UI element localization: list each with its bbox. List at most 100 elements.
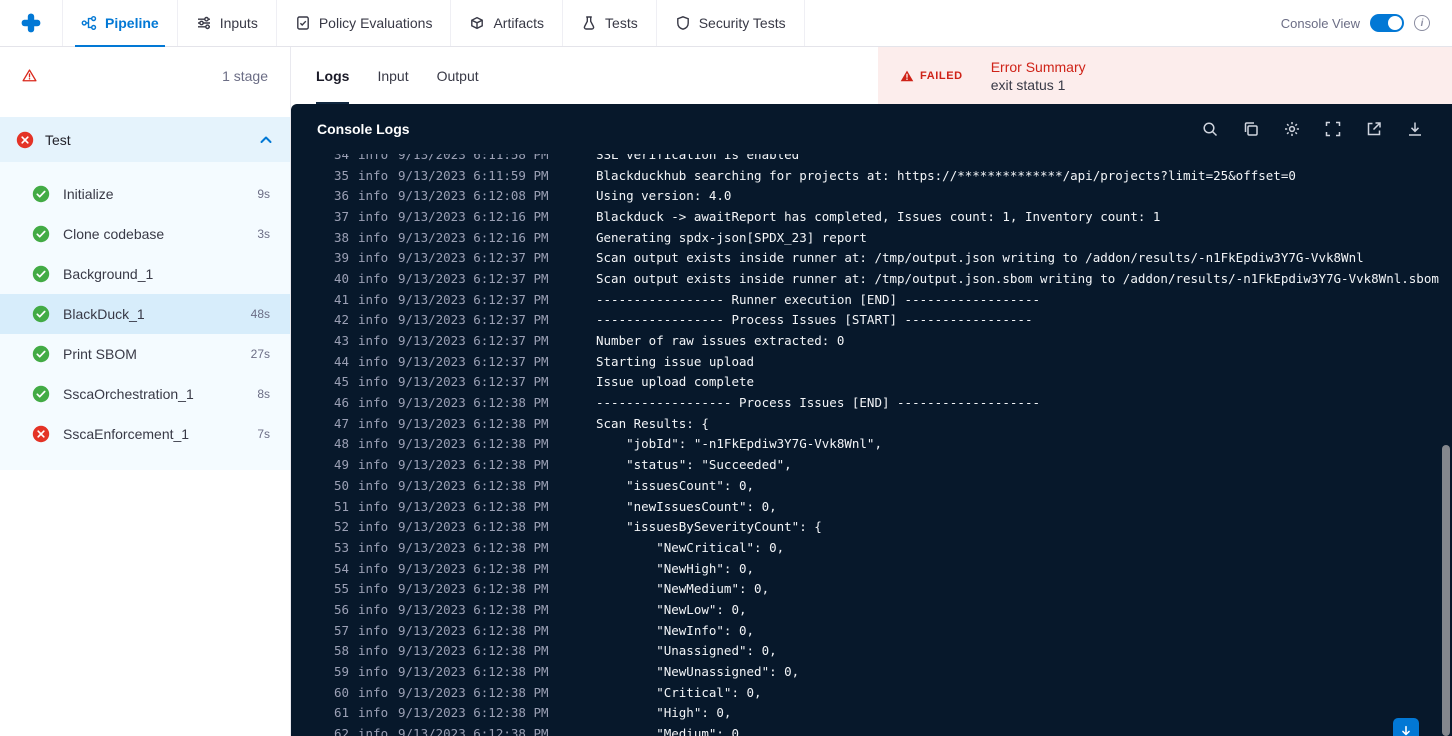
security-tests-icon	[675, 15, 691, 31]
log-timestamp: 9/13/2023 6:12:37 PM	[398, 333, 549, 349]
tab-label: Artifacts	[493, 15, 545, 31]
log-message: "newIssuesCount": 0,	[596, 498, 777, 514]
tab-label: Policy Evaluations	[318, 15, 433, 31]
log-timestamp: 9/13/2023 6:11:59 PM	[398, 167, 549, 183]
fullscreen-icon[interactable]	[1324, 120, 1342, 138]
log-timestamp: 9/13/2023 6:12:08 PM	[398, 188, 549, 204]
log-line-number: 49	[333, 457, 349, 473]
info-icon[interactable]: i	[1414, 15, 1430, 31]
step-initialize[interactable]: Initialize 9s	[0, 174, 290, 214]
failed-triangle-icon	[900, 70, 914, 81]
log-level: info	[358, 312, 389, 328]
log-line: 36 info 9/13/2023 6:12:08 PM Using version:…	[331, 185, 1452, 206]
tab-security-tests[interactable]: Security Tests	[655, 0, 805, 46]
log-message: Blackduck -> awaitReport has completed, …	[596, 208, 1161, 224]
tab-tests[interactable]: Tests	[562, 0, 656, 46]
log-level: info	[358, 643, 389, 659]
log-line-number: 57	[333, 622, 349, 638]
log-level: info	[358, 684, 389, 700]
harness-logo[interactable]	[0, 12, 62, 34]
step-print-sbom[interactable]: Print SBOM 27s	[0, 334, 290, 374]
log-level: info	[358, 560, 389, 576]
log-line-number: 62	[333, 726, 349, 736]
step-name: Print SBOM	[63, 346, 137, 362]
log-line-number: 55	[333, 581, 349, 597]
success-icon	[32, 185, 50, 203]
log-line-number: 56	[333, 601, 349, 617]
settings-icon[interactable]	[1283, 120, 1301, 138]
artifacts-icon	[469, 15, 485, 31]
step-clone-codebase[interactable]: Clone codebase 3s	[0, 214, 290, 254]
stage-header-test[interactable]: Test	[0, 117, 290, 162]
step-list: Initialize 9s Clone codebase 3s Background_1…	[0, 162, 290, 470]
copy-icon[interactable]	[1242, 120, 1260, 138]
log-timestamp: 9/13/2023 6:12:38 PM	[398, 601, 549, 617]
log-line-number: 44	[333, 353, 349, 369]
log-line-number: 37	[333, 208, 349, 224]
log-level: info	[358, 436, 389, 452]
search-icon[interactable]	[1201, 120, 1219, 138]
log-timestamp: 9/13/2023 6:12:38 PM	[398, 477, 549, 493]
log-message: Scan Results: {	[596, 415, 709, 431]
log-level: info	[358, 270, 389, 286]
log-line: 62 info 9/13/2023 6:12:38 PM "Medium": 0	[331, 723, 1452, 736]
tab-logs[interactable]: Logs	[316, 47, 350, 104]
tab-output[interactable]: Output	[437, 47, 479, 104]
log-level: info	[358, 726, 389, 736]
tab-policy-evaluations[interactable]: Policy Evaluations	[275, 0, 451, 46]
stage-card: Test Initialize 9s Clone codebase 3s Backgro…	[0, 117, 290, 470]
console-view-toggle[interactable]	[1370, 14, 1404, 32]
failed-icon	[16, 131, 34, 149]
log-level: info	[358, 519, 389, 535]
error-summary: FAILED Error Summary exit status 1	[878, 47, 1452, 104]
log-line-number: 45	[333, 374, 349, 390]
step-blackduck-1[interactable]: BlackDuck_1 48s	[0, 294, 290, 334]
step-duration: 8s	[257, 387, 270, 401]
tab-pipeline[interactable]: Pipeline	[62, 0, 177, 47]
step-sscaenforcement-1[interactable]: SscaEnforcement_1 7s	[0, 414, 290, 454]
log-timestamp: 9/13/2023 6:12:37 PM	[398, 374, 549, 390]
step-duration: 7s	[257, 427, 270, 441]
log-message: "issuesCount": 0,	[596, 477, 755, 493]
tab-inputs[interactable]: Inputs	[176, 0, 276, 46]
error-texts: Error Summary exit status 1	[991, 58, 1086, 94]
log-level: info	[358, 250, 389, 266]
step-duration: 3s	[257, 227, 270, 241]
log-level: info	[358, 229, 389, 245]
log-line-number: 52	[333, 519, 349, 535]
log-line-number: 38	[333, 229, 349, 245]
tests-icon	[581, 15, 597, 31]
failed-badge-label: FAILED	[920, 69, 963, 82]
step-background-1[interactable]: Background_1	[0, 254, 290, 294]
chevron-up-icon[interactable]	[258, 132, 274, 148]
scroll-to-bottom-button[interactable]	[1393, 718, 1419, 736]
download-icon[interactable]	[1406, 120, 1424, 138]
sidebar-summary-row: 1 stage	[0, 47, 290, 104]
console-scrollbar[interactable]	[1442, 445, 1450, 736]
log-line: 46 info 9/13/2023 6:12:38 PM --------------…	[331, 392, 1452, 413]
log-line-number: 50	[333, 477, 349, 493]
log-message: ------------------ Process Issues [END] …	[596, 395, 1041, 411]
log-line-number: 61	[333, 705, 349, 721]
navbar-right: Console View i	[1281, 14, 1452, 32]
log-timestamp: 9/13/2023 6:12:38 PM	[398, 684, 549, 700]
log-line: 44 info 9/13/2023 6:12:37 PM Starting issue…	[331, 351, 1452, 372]
log-level: info	[358, 581, 389, 597]
step-name: Initialize	[63, 186, 114, 202]
log-message: "Critical": 0,	[596, 684, 762, 700]
step-name: SscaEnforcement_1	[63, 426, 190, 442]
detail-tabs-row: Logs Input Output FAILED Error Summary exi…	[291, 47, 1452, 104]
log-level: info	[358, 208, 389, 224]
step-sscaorchestration-1[interactable]: SscaOrchestration_1 8s	[0, 374, 290, 414]
stage-name: Test	[45, 131, 71, 148]
log-line: 51 info 9/13/2023 6:12:38 PM "newIssuesCou…	[331, 496, 1452, 517]
log-line: 40 info 9/13/2023 6:12:37 PM Scan output ex…	[331, 268, 1452, 289]
external-link-icon[interactable]	[1365, 120, 1383, 138]
tab-artifacts[interactable]: Artifacts	[450, 0, 562, 46]
log-level: info	[358, 622, 389, 638]
log-timestamp: 9/13/2023 6:12:37 PM	[398, 270, 549, 286]
tab-input[interactable]: Input	[377, 47, 408, 104]
log-timestamp: 9/13/2023 6:12:38 PM	[398, 705, 549, 721]
log-message: "NewLow": 0,	[596, 601, 747, 617]
log-line-number: 46	[333, 395, 349, 411]
